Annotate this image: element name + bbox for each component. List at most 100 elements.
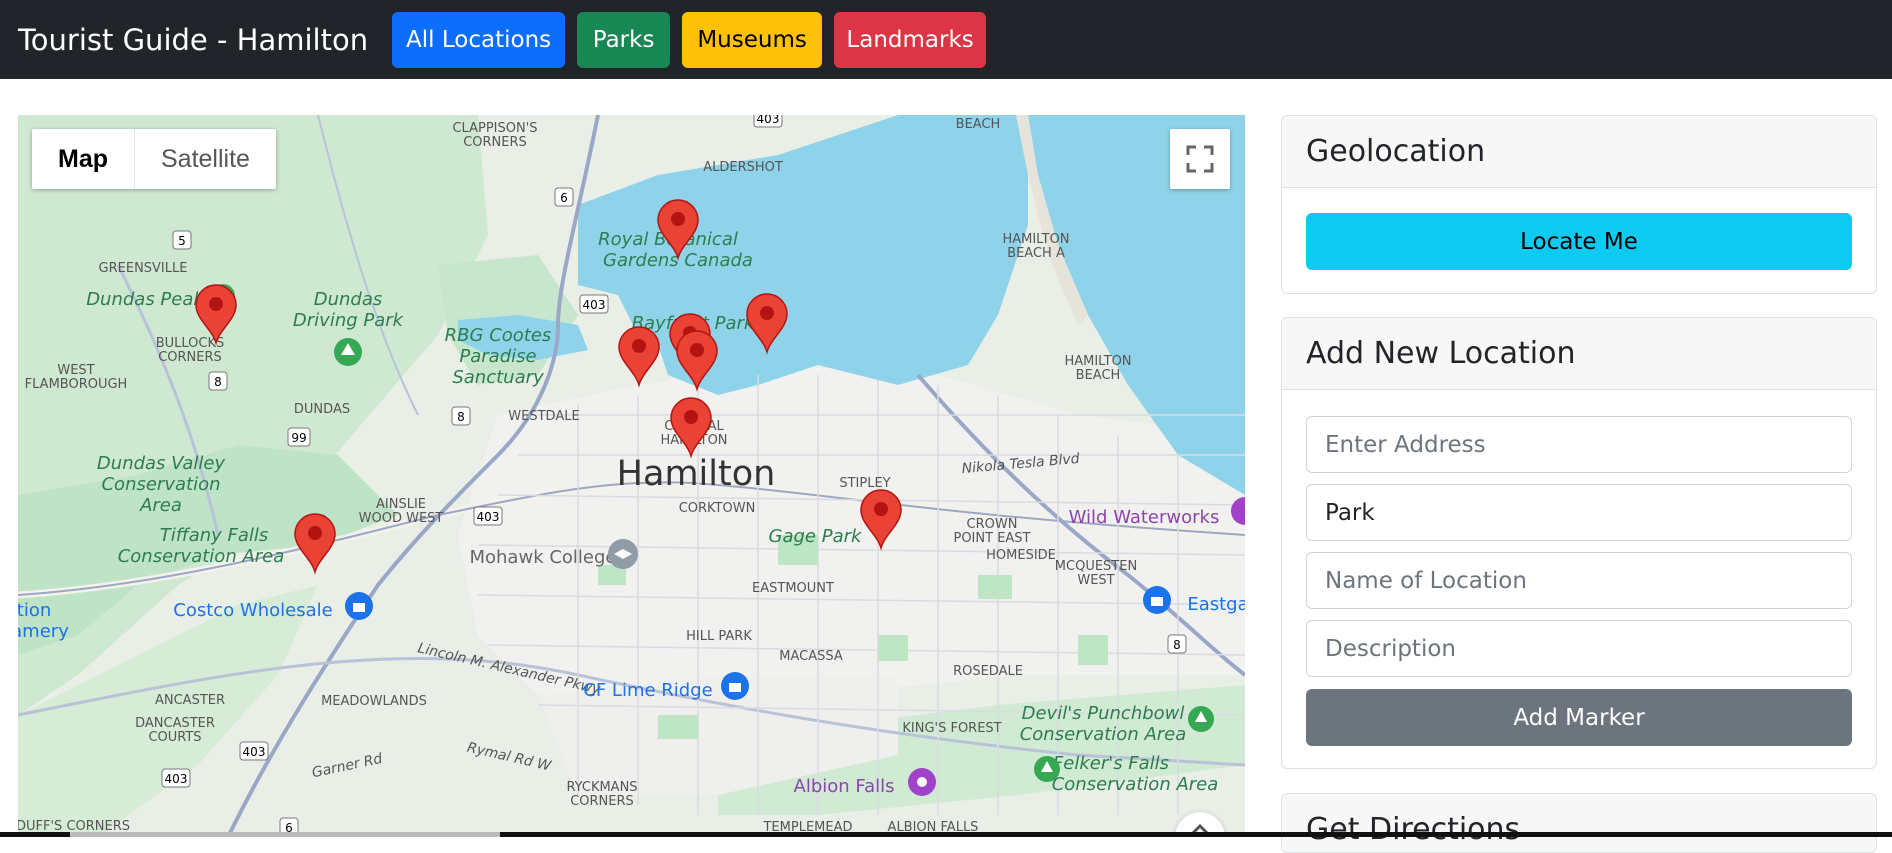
map-label: Driving Park — [293, 310, 405, 331]
highway-shield: 99 — [291, 431, 306, 445]
parks-button[interactable]: Parks — [577, 11, 671, 68]
map-label: RBG Cootes — [445, 325, 552, 346]
map-canvas[interactable]: 403 6 5 403 8 99 8 403 8 403 403 6 CLAPP… — [18, 115, 1245, 837]
highway-shield: 6 — [560, 191, 568, 205]
map-label: Devil's Punchbowl — [1022, 703, 1185, 724]
horizontal-scrollbar[interactable] — [0, 832, 1892, 837]
map-label: WEST — [57, 363, 94, 378]
map-label: amery — [18, 621, 69, 642]
highway-shield: 403 — [243, 745, 266, 759]
map-type-satellite-button[interactable]: Satellite — [135, 129, 276, 189]
map-label: COURTS — [148, 730, 201, 745]
map-label: GREENSVILLE — [99, 261, 188, 276]
directions-card: Get Directions — [1281, 793, 1877, 853]
map-label: CORNERS — [158, 350, 222, 365]
map-label: Dundas Valley — [97, 453, 226, 474]
description-input[interactable]: Description — [1306, 620, 1852, 677]
highway-shield: 8 — [457, 410, 465, 424]
highway-shield: 403 — [477, 510, 500, 524]
park-icon[interactable] — [1034, 756, 1060, 782]
map-view[interactable]: 403 6 5 403 8 99 8 403 8 403 403 6 CLAPP… — [18, 115, 1245, 837]
brand-title: Tourist Guide - Hamilton — [18, 22, 369, 57]
add-location-title: Add New Location — [1282, 318, 1876, 390]
map-label: CORNERS — [463, 135, 527, 150]
map-label: ALDERSHOT — [703, 160, 783, 175]
map-label: CROWN — [967, 517, 1018, 532]
all-locations-button[interactable]: All Locations — [392, 11, 566, 68]
map-label: WESTDALE — [508, 409, 579, 424]
highway-shield: 403 — [165, 772, 188, 786]
add-marker-button[interactable]: Add Marker — [1306, 689, 1852, 746]
map-label: Tiffany Falls — [160, 525, 269, 546]
map-label: HOMESIDE — [986, 548, 1056, 563]
map-label: MEADOWLANDS — [321, 694, 427, 709]
museums-button[interactable]: Museums — [682, 11, 823, 68]
map-label: RYCKMANS — [566, 780, 637, 795]
locate-me-button[interactable]: Locate Me — [1306, 213, 1852, 270]
fullscreen-button[interactable] — [1170, 129, 1230, 189]
directions-title: Get Directions — [1282, 794, 1876, 852]
map-label: CORNERS — [570, 794, 634, 809]
geolocation-card: Geolocation Locate Me — [1281, 115, 1877, 294]
map-label: HAMILTON — [1064, 354, 1131, 369]
park-icon[interactable] — [334, 338, 362, 366]
map-label: BEACH — [956, 117, 1001, 132]
map-label: Dundas — [314, 289, 383, 310]
map-label: POINT EAST — [953, 531, 1030, 546]
park-icon[interactable] — [1188, 706, 1214, 732]
map-label: Eastga — [1187, 594, 1245, 615]
category-select[interactable]: Park — [1306, 484, 1852, 541]
map-label: AINSLIE — [376, 497, 426, 512]
map-label: ROSEDALE — [953, 664, 1023, 679]
location-name-input[interactable]: Name of Location — [1306, 552, 1852, 609]
map-label: tion — [18, 600, 51, 621]
fullscreen-icon — [1186, 145, 1214, 173]
highway-shield: 5 — [178, 234, 186, 248]
map-label: BEACH A — [1007, 246, 1065, 261]
map-label: EASTMOUNT — [752, 581, 834, 596]
map-label: CORKTOWN — [679, 501, 756, 516]
map-label: MACASSA — [779, 649, 843, 664]
map-label: Paradise — [459, 346, 536, 367]
geolocation-title: Geolocation — [1282, 116, 1876, 188]
landmarks-button[interactable]: Landmarks — [834, 11, 987, 68]
highway-shield: 8 — [1173, 638, 1181, 652]
shopping-icon[interactable] — [345, 592, 373, 620]
scrollbar-thumb[interactable] — [70, 832, 500, 837]
highway-shield: 403 — [583, 298, 606, 312]
highway-shield: 8 — [214, 375, 222, 389]
map-label: Gage Park — [769, 526, 863, 547]
map-label: DUNDAS — [294, 402, 350, 417]
navbar: Tourist Guide - Hamilton All Locations P… — [0, 0, 1892, 79]
map-label: CF Lime Ridge — [583, 680, 712, 701]
shopping-icon[interactable] — [1143, 586, 1171, 614]
school-icon[interactable] — [608, 539, 638, 569]
map-label: Dundas Peak — [86, 289, 205, 310]
map-label: KING'S FOREST — [902, 721, 1001, 736]
city-label: Hamilton — [617, 454, 776, 494]
map-label: Mohawk College — [469, 547, 616, 568]
map-label: WOOD WEST — [359, 511, 444, 526]
map-label: BEACH — [1076, 368, 1121, 383]
map-label: WEST — [1077, 573, 1114, 588]
map-label: Conservation — [101, 474, 220, 495]
map-label: Wild Waterworks — [1069, 507, 1220, 528]
map-label: Sanctuary — [452, 367, 544, 388]
highway-shield: 403 — [757, 115, 780, 126]
add-location-card: Add New Location Enter Address Park Name… — [1281, 317, 1877, 769]
map-label: Conservation Area — [1020, 724, 1187, 745]
map-label: Felker's Falls — [1053, 753, 1169, 774]
map-type-control: Map Satellite — [32, 129, 276, 189]
map-label: Conservation Area — [1052, 774, 1219, 795]
map-label: FLAMBOROUGH — [25, 377, 128, 392]
address-input[interactable]: Enter Address — [1306, 416, 1852, 473]
map-label: MCQUESTEN — [1055, 559, 1137, 574]
shopping-icon[interactable] — [721, 672, 749, 700]
attraction-icon[interactable] — [908, 768, 936, 796]
map-label: HILL PARK — [686, 629, 752, 644]
map-label: Albion Falls — [794, 776, 895, 797]
map-label: STIPLEY — [839, 476, 890, 491]
map-type-map-button[interactable]: Map — [32, 129, 135, 189]
map-label: Costco Wholesale — [173, 600, 332, 621]
map-label: ANCASTER — [155, 693, 225, 708]
